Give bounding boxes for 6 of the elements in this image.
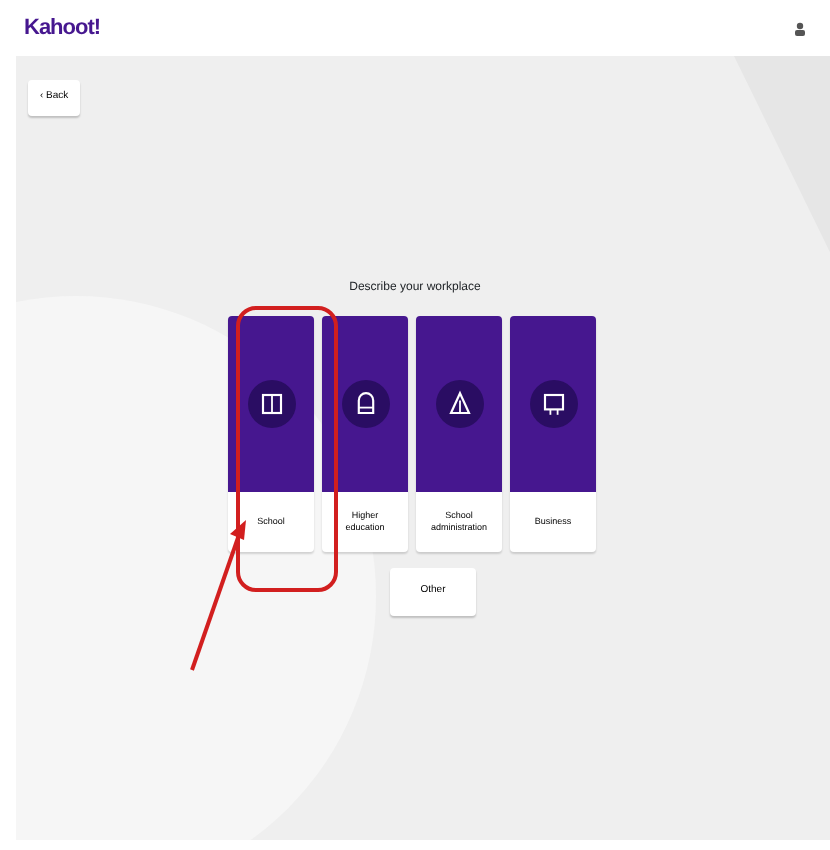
hierarchy-icon: [435, 379, 483, 427]
user-icon[interactable]: [794, 21, 806, 35]
book-icon: [247, 379, 295, 427]
easel-icon: [529, 379, 577, 427]
logo[interactable]: Kahoot!: [24, 11, 101, 45]
building-icon: [341, 379, 389, 427]
